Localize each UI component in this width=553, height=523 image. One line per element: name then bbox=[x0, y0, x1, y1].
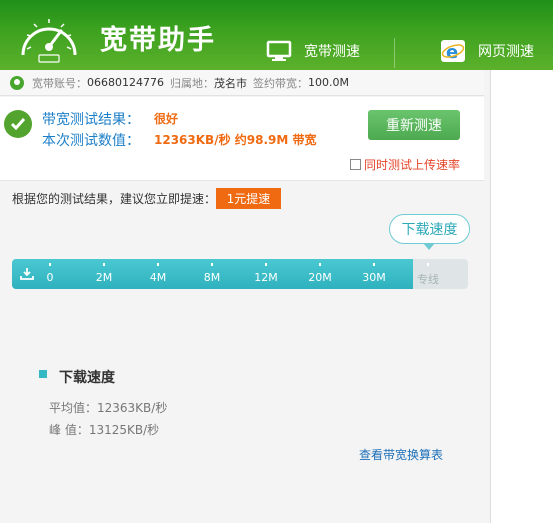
ie-browser-icon: e bbox=[441, 40, 465, 63]
contract-bandwidth-value: 100.0M bbox=[307, 76, 349, 89]
check-circle-icon bbox=[4, 110, 32, 138]
speed-tick-mark bbox=[265, 263, 267, 266]
stat-marker-icon bbox=[39, 370, 47, 378]
speed-tick-mark bbox=[103, 263, 105, 266]
result-label: 带宽测试结果： bbox=[42, 112, 140, 128]
location-value: 茂名市 bbox=[213, 76, 247, 90]
account-label: 宽带账号： bbox=[32, 76, 87, 90]
speedometer-logo-icon bbox=[21, 19, 77, 63]
stats-title: 下载速度 bbox=[59, 370, 115, 386]
tab-label: 宽带测速 bbox=[304, 44, 360, 60]
speed-tick-mark bbox=[157, 263, 159, 266]
sync-upload-checkbox[interactable]: 同时测试上传速率 bbox=[350, 156, 460, 173]
speed-tick-label: 专线 bbox=[417, 273, 439, 286]
speed-tick-label: 30M bbox=[362, 271, 386, 284]
contract-bandwidth-label: 签约带宽： bbox=[252, 76, 308, 90]
measured-value-label: 本次测试数值： bbox=[42, 133, 140, 149]
speed-bar: 0 2M 4M 8M 12M 20M 30M 专线 bbox=[12, 259, 468, 289]
speedup-advice-text: 根据您的测试结果，建议您立即提速： bbox=[12, 192, 217, 206]
location-label: 归属地： bbox=[169, 76, 214, 90]
bandwidth-conversion-link[interactable]: 查看带宽换算表 bbox=[359, 446, 443, 463]
retest-button[interactable]: 重新测速 bbox=[368, 110, 460, 140]
account-value: 06680124776 bbox=[87, 76, 164, 89]
result-value: 很好 bbox=[154, 112, 179, 126]
measured-value: 12363KB/秒 约98.9M 带宽 bbox=[154, 133, 317, 147]
download-speed-bubble: 下载速度 bbox=[389, 214, 470, 244]
user-avatar-icon bbox=[10, 75, 24, 90]
speed-tick-label: 2M bbox=[95, 271, 113, 284]
test-result-panel: 带宽测试结果： 很好 本次测试数值： 12363KB/秒 约98.9M 带宽 重… bbox=[0, 97, 484, 181]
speed-tick-mark bbox=[319, 263, 321, 266]
boost-button[interactable]: 1元提速 bbox=[216, 188, 281, 209]
tab-broadband-speed-test[interactable]: 宽带测速 bbox=[266, 34, 360, 68]
tab-label: 网页测速 bbox=[478, 44, 534, 60]
app-title: 宽带助手 bbox=[100, 25, 216, 56]
monitor-icon bbox=[266, 40, 292, 61]
app-header: 宽带助手 宽带测速 e 网页测速 bbox=[0, 0, 553, 70]
tab-divider bbox=[394, 38, 395, 68]
speed-tick-label: 8M bbox=[203, 271, 221, 284]
speed-tick-mark bbox=[427, 263, 429, 266]
speed-tick-mark bbox=[49, 263, 51, 266]
speed-tick-label: 12M bbox=[254, 271, 278, 284]
speed-tick-mark bbox=[211, 263, 213, 266]
sync-upload-label: 同时测试上传速率 bbox=[364, 158, 461, 172]
account-info-bar: 宽带账号： 06680124776 归属地： 茂名市 签约带宽： 100.0M bbox=[0, 70, 484, 96]
speed-tick-label: 20M bbox=[308, 271, 332, 284]
download-icon bbox=[20, 268, 34, 280]
bubble-tail bbox=[423, 243, 435, 250]
speed-tick-label: 4M bbox=[149, 271, 167, 284]
speed-tick-label: 0 bbox=[46, 271, 54, 284]
right-side-panel bbox=[490, 70, 553, 523]
tab-web-speed-test[interactable]: e 网页测速 bbox=[440, 34, 534, 68]
average-speed: 平均值：12363KB/秒 bbox=[49, 401, 168, 415]
peak-speed: 峰 值：13125KB/秒 bbox=[49, 423, 160, 437]
speed-tick-mark bbox=[373, 263, 375, 266]
checkbox-icon[interactable] bbox=[350, 159, 361, 170]
